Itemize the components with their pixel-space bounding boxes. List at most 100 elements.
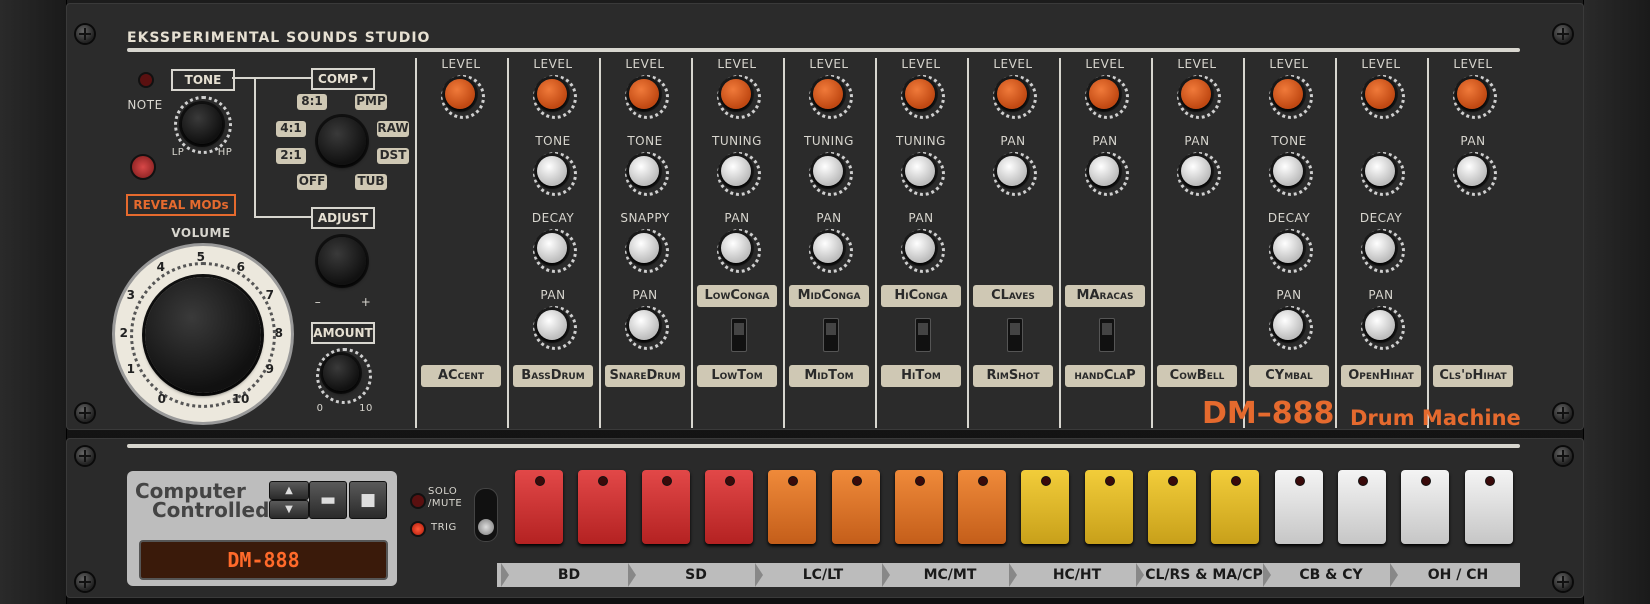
instrument-switch[interactable]	[823, 318, 839, 352]
level-knob[interactable]	[1181, 79, 1211, 109]
level-knob[interactable]	[997, 79, 1027, 109]
tuning-knob[interactable]	[721, 156, 751, 186]
comp-mode-off[interactable]: OFF	[297, 174, 327, 190]
volume-scale-3: 3	[126, 288, 136, 302]
pan-knob[interactable]	[629, 310, 659, 340]
step-pad-8[interactable]	[958, 470, 1007, 544]
step-pad-13[interactable]	[1274, 470, 1323, 544]
adjust-knob[interactable]	[318, 237, 366, 285]
volume-knob[interactable]	[145, 277, 261, 393]
pan-knob[interactable]	[1273, 310, 1303, 340]
reveal-mods-button[interactable]	[130, 154, 156, 180]
level-knob[interactable]	[1457, 79, 1487, 109]
snappy-knob[interactable]	[629, 233, 659, 263]
step-pad-10[interactable]	[1084, 470, 1133, 544]
knob-label: TUNING	[896, 134, 946, 148]
folder-icon[interactable]: ▬	[309, 481, 347, 519]
level-knob[interactable]	[537, 79, 567, 109]
pan-knob[interactable]	[1181, 156, 1211, 186]
channel-name: BassDrum	[513, 365, 593, 387]
pan-knob[interactable]	[1457, 156, 1487, 186]
mode-switch[interactable]	[474, 488, 498, 542]
comp-mode-dst[interactable]: DST	[377, 148, 409, 164]
pan-knob[interactable]	[1365, 310, 1395, 340]
tone-knob[interactable]	[537, 156, 567, 186]
note-led	[138, 72, 154, 88]
tone-knob[interactable]	[1273, 156, 1303, 186]
tuning-knob[interactable]	[905, 156, 935, 186]
instrument-switch[interactable]	[915, 318, 931, 352]
channel-name: handClaP	[1065, 365, 1145, 387]
pan-knob[interactable]	[1089, 156, 1119, 186]
volume-scale-5: 5	[196, 250, 206, 264]
step-pad-11[interactable]	[1148, 470, 1196, 544]
level-knob[interactable]	[445, 79, 475, 109]
comp-mode-knob[interactable]	[318, 117, 366, 165]
comp-mode-raw[interactable]: RAW	[377, 121, 409, 137]
mode-switch-knob[interactable]	[478, 519, 494, 535]
tone-knob[interactable]	[182, 104, 222, 144]
step-led	[1168, 476, 1178, 486]
instrument-switch[interactable]	[1007, 318, 1023, 352]
bottom-divider	[127, 444, 1520, 448]
step-pad-14[interactable]	[1337, 470, 1386, 544]
comp-mode-2-1[interactable]: 2:1	[276, 148, 306, 164]
group-separator-icon	[882, 563, 890, 587]
instrument-switch[interactable]	[1099, 318, 1115, 352]
pad-group-label: CL/RS & MA/CP	[1145, 567, 1263, 583]
pan-knob[interactable]	[721, 233, 751, 263]
comp-mode-pmp[interactable]: PMP	[355, 94, 387, 110]
pan-knob[interactable]	[905, 233, 935, 263]
level-knob[interactable]	[1365, 79, 1395, 109]
channel-name: OpenHihat	[1341, 365, 1421, 387]
pan-knob[interactable]	[537, 310, 567, 340]
level-knob[interactable]	[813, 79, 843, 109]
channel-divider	[415, 58, 417, 428]
step-pad-1[interactable]	[515, 470, 563, 544]
alt-instrument-label: MidConga	[789, 285, 869, 307]
level-knob[interactable]	[1089, 79, 1119, 109]
tuning-knob[interactable]	[813, 156, 843, 186]
pan-knob[interactable]	[997, 156, 1027, 186]
reveal-mods-label[interactable]: REVEAL MODs	[126, 194, 236, 216]
step-pad-12[interactable]	[1211, 470, 1260, 544]
step-pad-7[interactable]	[894, 470, 943, 544]
decay-knob[interactable]	[1365, 233, 1395, 263]
level-knob[interactable]	[905, 79, 935, 109]
knob-label: LEVEL	[717, 57, 757, 71]
pan-knob[interactable]	[813, 233, 843, 263]
tone-knob[interactable]	[629, 156, 659, 186]
knob-label: PAN	[816, 211, 842, 225]
rack-ear-right	[1583, 0, 1650, 604]
screw-icon	[76, 25, 94, 43]
knob-label: DECAY	[1267, 211, 1311, 225]
step-pad-15[interactable]	[1401, 470, 1450, 544]
decay-knob[interactable]	[537, 233, 567, 263]
patch-up-button[interactable]: ▲	[269, 481, 309, 500]
step-led	[535, 476, 545, 486]
knob-label: TONE	[627, 134, 663, 148]
comp-mode-tub[interactable]: TUB	[355, 174, 387, 190]
pad-group-label: MC/MT	[923, 567, 977, 583]
step-pad-4[interactable]	[704, 470, 753, 544]
step-pad-2[interactable]	[578, 470, 627, 544]
instrument-switch[interactable]	[731, 318, 747, 352]
step-pad-5[interactable]	[768, 470, 817, 544]
volume-scale-10: 10	[232, 392, 250, 406]
comp-mode-4-1[interactable]: 4:1	[276, 121, 306, 137]
step-pad-16[interactable]	[1464, 470, 1513, 544]
level-knob[interactable]	[721, 79, 751, 109]
level-knob[interactable]	[1273, 79, 1303, 109]
step-pad-6[interactable]	[831, 470, 880, 544]
step-led	[598, 476, 609, 486]
comp-selector[interactable]: COMP ▾	[311, 68, 375, 90]
amount-knob[interactable]	[323, 355, 359, 391]
save-icon[interactable]: ■	[349, 481, 387, 519]
decay-knob[interactable]	[1273, 233, 1303, 263]
patch-down-button[interactable]: ▼	[269, 500, 309, 519]
step-pad-9[interactable]	[1021, 470, 1070, 544]
level-knob[interactable]	[629, 79, 659, 109]
extra-knob[interactable]	[1365, 156, 1395, 186]
comp-mode-8-1[interactable]: 8:1	[297, 94, 327, 110]
step-pad-3[interactable]	[641, 470, 690, 544]
